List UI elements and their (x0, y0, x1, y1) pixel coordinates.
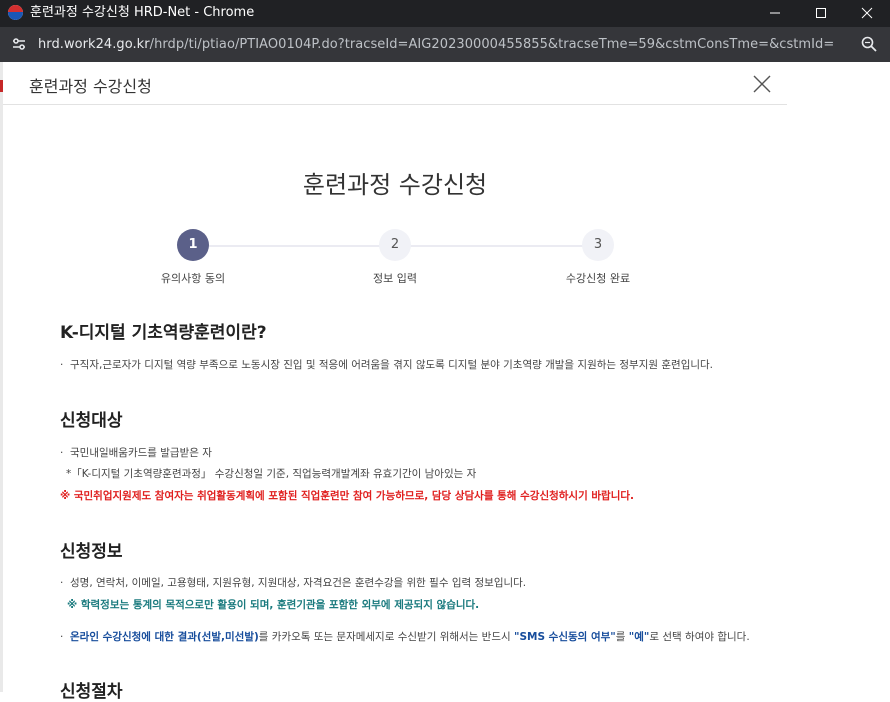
step-1-label: 유의사항 동의 (160, 272, 226, 285)
modal-header: 훈련과정 수강신청 (3, 62, 787, 105)
page-content: 훈련과정 수강신청 훈련과정 수강신청 1 2 3 유의사항 동의 정보 입력 … (0, 62, 890, 702)
step-2-circle: 2 (379, 229, 411, 261)
url-text[interactable]: hrd.work24.go.kr/hrdp/ti/ptiao/PTIAO0104… (38, 37, 834, 52)
section-heading-procedure: 신청절차 (60, 682, 123, 702)
info-note: ※ 학력정보는 통계의 목적으로만 활용이 되며, 훈련기관을 포함한 외부에 … (67, 599, 480, 611)
minimize-icon (770, 12, 780, 14)
close-icon[interactable] (751, 73, 773, 95)
section-heading-info: 신청정보 (60, 542, 123, 562)
url-path: /hrdp/ti/ptiao/PTIAO0104P.do?tracseId=AI… (149, 37, 835, 52)
zoom-icon[interactable] (860, 35, 878, 53)
target-warning: ※ 국민취업지원제도 참여자는 취업활동계획에 포함된 직업훈련만 참여 가능하… (60, 490, 635, 502)
target-line-2: *「K-디지털 기초역량훈련과정」 수강신청일 기준, 직업능력개발계좌 유효기… (66, 468, 477, 480)
url-host: hrd.work24.go.kr (38, 37, 150, 52)
window-titlebar: 훈련과정 수강신청 HRD-Net - Chrome (0, 0, 890, 27)
step-3-circle: 3 (582, 229, 614, 261)
modal-header-title: 훈련과정 수강신청 (29, 77, 152, 96)
section-heading-target: 신청대상 (60, 411, 123, 431)
close-window-button[interactable] (844, 0, 890, 27)
site-settings-icon[interactable] (10, 35, 28, 53)
step-2-label: 정보 입력 (373, 272, 417, 285)
close-window-icon (861, 7, 873, 19)
section-heading-intro: K-디지털 기초역량훈련이란? (60, 323, 267, 343)
maximize-icon (816, 8, 826, 18)
minimize-button[interactable] (752, 0, 798, 27)
info-line-2: · 온라인 수강신청에 대한 결과(선발,미선발)를 카카오톡 또는 문자메세지로… (60, 631, 750, 643)
window-title: 훈련과정 수강신청 HRD-Net - Chrome (30, 5, 255, 20)
address-bar[interactable]: hrd.work24.go.kr/hrdp/ti/ptiao/PTIAO0104… (0, 27, 890, 62)
step-3-label: 수강신청 완료 (565, 272, 631, 285)
target-line-1: · 국민내일배움카드를 발급받은 자 (60, 447, 212, 459)
maximize-button[interactable] (798, 0, 844, 27)
step-1-circle: 1 (177, 229, 209, 261)
page-title: 훈련과정 수강신청 (302, 171, 488, 199)
left-edge-strip (0, 62, 3, 692)
hrd-favicon-icon (8, 5, 23, 20)
info-line-1: · 성명, 연락처, 이메일, 고용형태, 지원유형, 지원대상, 자격요건은 훈… (60, 577, 527, 589)
intro-text: · 구직자,근로자가 디지털 역량 부족으로 노동시장 진입 및 적응에 어려움을… (60, 359, 714, 371)
